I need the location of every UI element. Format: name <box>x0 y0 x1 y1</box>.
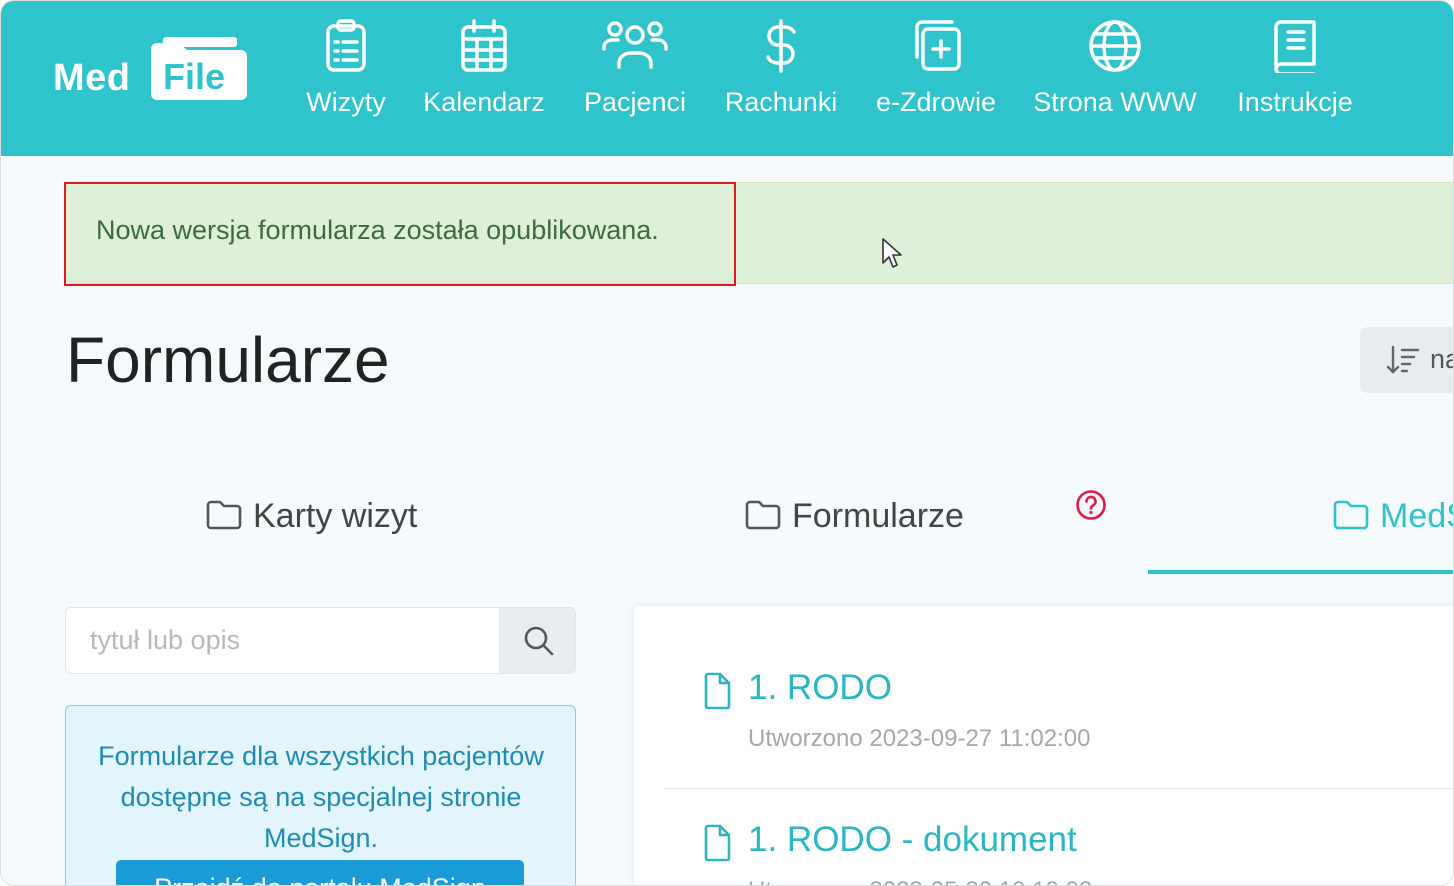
alert-message: Nowa wersja formularza została opublikow… <box>96 215 659 245</box>
active-tab-indicator <box>1148 570 1453 574</box>
nav-label: Strona WWW <box>1033 87 1197 117</box>
document-icon <box>704 824 731 862</box>
search-box <box>65 607 576 674</box>
nav-item-kalendarz[interactable]: Kalendarz <box>417 19 551 129</box>
calendar-icon <box>461 19 507 72</box>
tab-label: Karty wizyt <box>253 497 418 535</box>
document-title: 1. RODO <box>748 668 892 707</box>
search-icon <box>524 626 554 656</box>
search-input[interactable] <box>66 608 499 673</box>
nav-item-strona-www[interactable]: Strona WWW <box>1027 19 1203 129</box>
users-icon <box>602 21 668 69</box>
nav-label: Instrukcje <box>1237 87 1353 117</box>
nav-label: Wizyty <box>306 87 386 117</box>
document-list: 1. RODO Utworzono 2023-09-27 11:02:00 1.… <box>634 606 1453 885</box>
nav-item-rachunki[interactable]: Rachunki <box>719 19 843 129</box>
tab-label: Formularze <box>792 497 964 535</box>
nav-label: e-Zdrowie <box>875 87 997 117</box>
document-created: Utworzono 2023-05-30 10:10:02 <box>748 877 1092 885</box>
book-icon <box>1274 20 1316 73</box>
logo-badge-text: File <box>163 56 225 97</box>
clipboard-icon <box>326 19 366 72</box>
sort-icon <box>1386 345 1420 374</box>
nav-label: Pacjenci <box>583 87 687 117</box>
nav-label: Rachunki <box>724 87 838 117</box>
app-window: Med File Wizyty Kalendarz Pacjenci Rachu… <box>0 0 1454 886</box>
globe-icon <box>1089 20 1141 72</box>
tab-medsign[interactable]: MedS <box>1332 497 1453 545</box>
mouse-cursor-icon <box>882 238 902 268</box>
logo-text: Med <box>53 57 131 99</box>
tab-label: MedS <box>1380 497 1453 535</box>
nav-item-instrukcje[interactable]: Instrukcje <box>1229 19 1361 129</box>
folder-icon <box>745 500 781 530</box>
sort-label: na <box>1430 344 1453 374</box>
document-created: Utworzono 2023-09-27 11:02:00 <box>748 725 1091 752</box>
document-icon <box>704 672 731 710</box>
list-item[interactable]: 1. RODO Utworzono 2023-09-27 11:02:00 <box>634 606 1453 756</box>
medsign-info-box: Formularze dla wszystkich pacjentów dost… <box>65 705 576 885</box>
page-title: Formularze <box>66 324 390 396</box>
tab-karty-wizyt[interactable]: Karty wizyt <box>205 497 417 545</box>
sort-button[interactable]: na <box>1360 327 1453 393</box>
list-item[interactable]: 1. RODO - dokument Utworzono 2023-05-30 … <box>634 758 1453 885</box>
nav-label: Kalendarz <box>423 87 545 117</box>
folder-icon <box>206 500 242 530</box>
dollar-icon <box>766 19 796 73</box>
search-button[interactable] <box>499 608 575 673</box>
nav-item-e-zdrowie[interactable]: e-Zdrowie <box>869 19 1003 129</box>
nav-item-pacjenci[interactable]: Pacjenci <box>579 19 691 129</box>
logo-folder-icon: File <box>151 37 247 100</box>
medical-plus-icon <box>915 20 961 71</box>
folder-icon <box>1333 500 1369 530</box>
tab-formularze[interactable]: Formularze <box>744 497 964 545</box>
document-title: 1. RODO - dokument <box>748 820 1077 859</box>
nav-item-wizyty[interactable]: Wizyty <box>303 19 389 129</box>
help-icon[interactable] <box>1075 489 1107 521</box>
top-navbar: Med File Wizyty Kalendarz Pacjenci Rachu… <box>1 1 1453 156</box>
info-text: Formularze dla wszystkich pacjentów dost… <box>98 741 544 853</box>
medfile-logo[interactable]: Med File <box>51 37 251 107</box>
go-to-medsign-button[interactable]: Przejdź do portalu MedSign <box>116 860 524 885</box>
